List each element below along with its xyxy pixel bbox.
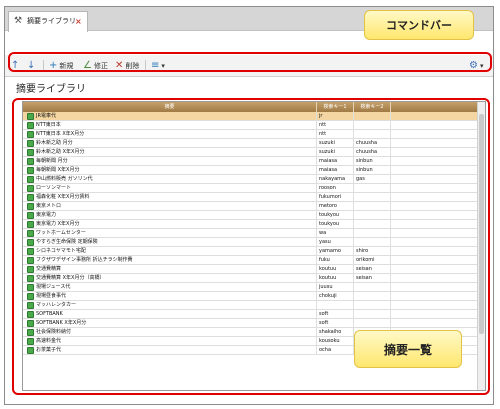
summary-list-callout: 摘要一覧: [354, 330, 462, 368]
tool-icon: ⚒: [14, 16, 23, 26]
close-icon[interactable]: ×: [75, 12, 82, 31]
command-bar-highlight: [8, 52, 492, 72]
tab-label: 摘要ライブラリ: [27, 17, 76, 25]
tab-summary-library[interactable]: ⚒ 摘要ライブラリ ×: [8, 11, 88, 32]
command-bar-callout: コマンドバー: [364, 10, 474, 40]
page-title: 摘要ライブラリ: [16, 84, 86, 95]
